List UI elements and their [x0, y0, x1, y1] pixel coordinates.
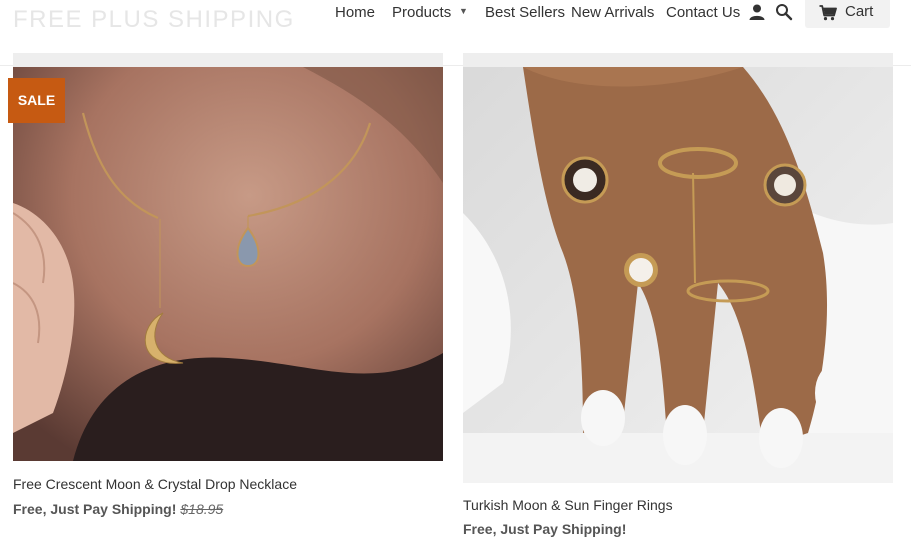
- product-card[interactable]: Turkish Moon & Sun Finger Rings Free, Ju…: [455, 0, 905, 537]
- product-image-rings[interactable]: [463, 53, 893, 483]
- product-title[interactable]: Free Crescent Moon & Crystal Drop Neckla…: [13, 476, 297, 492]
- sale-badge: SALE: [8, 78, 65, 123]
- product-image-necklace[interactable]: [13, 53, 443, 461]
- price-label: Free, Just Pay Shipping!: [463, 521, 627, 537]
- product-price: Free, Just Pay Shipping! $18.95: [13, 501, 223, 517]
- compare-at-price: $18.95: [180, 501, 224, 517]
- product-card[interactable]: SALE Free Crescent Moon & Crystal Drop N…: [0, 0, 450, 531]
- price-label: Free, Just Pay Shipping!: [13, 501, 177, 517]
- product-title[interactable]: Turkish Moon & Sun Finger Rings: [463, 497, 673, 513]
- product-price: Free, Just Pay Shipping!: [463, 521, 626, 537]
